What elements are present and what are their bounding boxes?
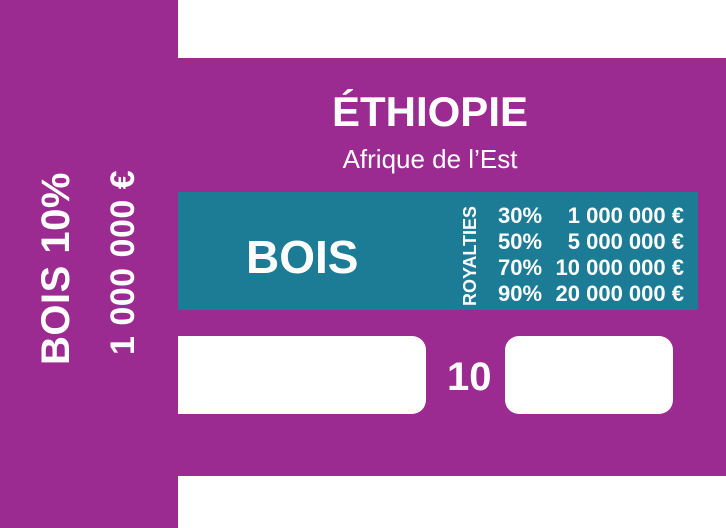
country-title: ÉTHIOPIE <box>331 88 529 135</box>
side-resource-percent: BOIS 10% <box>34 172 78 365</box>
royalty-amount: 5 000 000 € <box>567 229 684 254</box>
royalty-amount: 10 000 000 € <box>555 255 684 280</box>
royalty-amount: 1 000 000 € <box>567 203 684 228</box>
blank-slot-right <box>505 336 673 414</box>
card-number: 10 <box>447 355 492 399</box>
royalty-row: 90% 20 000 000 € <box>498 281 684 307</box>
side-resource-value: 1 000 000 € <box>104 169 142 355</box>
royalty-row: 70% 10 000 000 € <box>498 255 684 281</box>
royalty-percent: 90% <box>498 281 543 306</box>
country-card: BOIS 10% 1 000 000 € ÉTHIOPIE Afrique de… <box>0 0 726 528</box>
royalties-label: ROYALTIES <box>460 205 480 306</box>
royalty-percent: 30% <box>498 203 543 228</box>
card-top-cutout <box>178 0 726 58</box>
card-bottom-cutout <box>178 476 726 528</box>
royalty-row: 50% 5 000 000 € <box>498 229 684 255</box>
royalty-row: 30% 1 000 000 € <box>498 203 684 229</box>
royalties-table: 30% 1 000 000 € 50% 5 000 000 € 70% 10 000 … <box>498 203 684 307</box>
royalty-percent: 50% <box>498 229 543 254</box>
resource-name: BOIS <box>246 231 359 283</box>
region-subtitle: Afrique de l’Est <box>342 144 518 174</box>
card-left-strip <box>0 0 178 528</box>
blank-slot-left <box>178 336 426 414</box>
royalty-percent: 70% <box>498 255 543 280</box>
royalty-amount: 20 000 000 € <box>555 281 684 306</box>
